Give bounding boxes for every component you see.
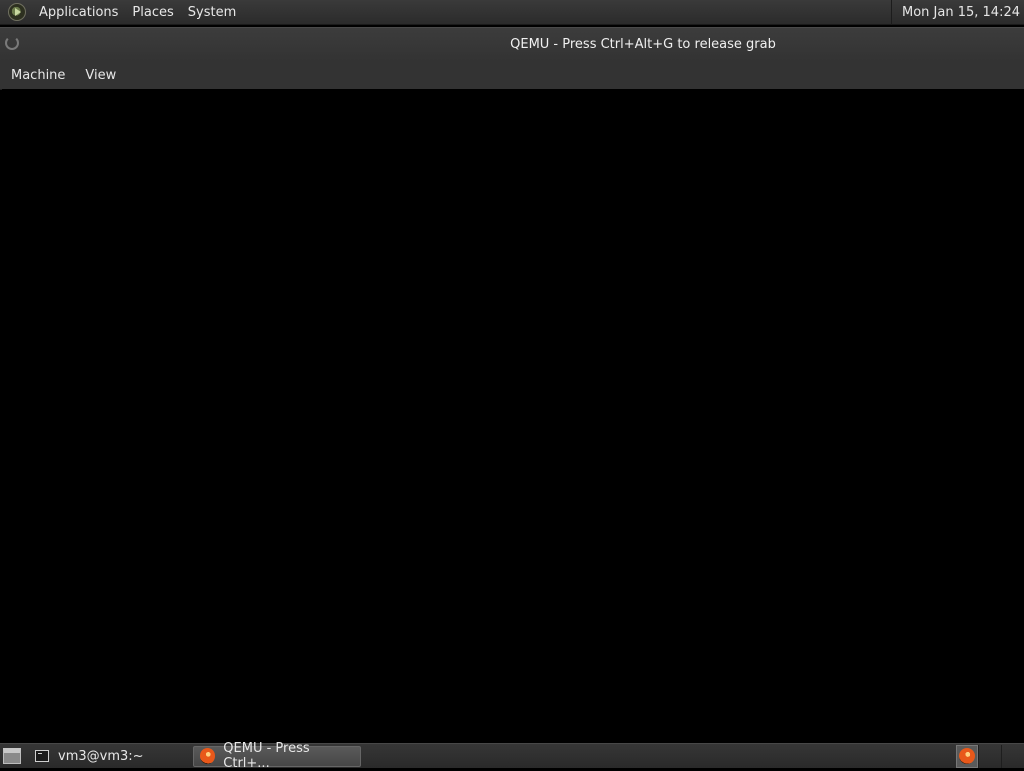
menu-machine[interactable]: Machine — [0, 68, 75, 83]
taskbar-item-terminal[interactable]: vm3@vm3:~ — [29, 746, 189, 767]
taskbar-item-label: QEMU - Press Ctrl+... — [223, 741, 310, 771]
window-menubar: Machine View — [0, 61, 1024, 90]
taskbar-item-qemu[interactable]: QEMU - Press Ctrl+... — [193, 741, 361, 771]
menu-system[interactable]: System — [181, 5, 243, 20]
taskbar-item-label: vm3@vm3:~ — [58, 748, 144, 764]
workspace-3[interactable] — [1001, 744, 1024, 768]
workspace-2[interactable] — [978, 744, 1001, 768]
menu-view[interactable]: View — [75, 68, 126, 83]
qemu-window: QEMU - Press Ctrl+Alt+G to release grab … — [0, 27, 1024, 743]
show-desktop-icon[interactable] — [3, 748, 21, 764]
menu-places[interactable]: Places — [125, 5, 180, 20]
workspace-switcher — [956, 744, 1024, 769]
workspace-1[interactable] — [956, 744, 978, 768]
distro-logo-icon[interactable] — [8, 3, 26, 21]
vm-display[interactable] — [2, 89, 1024, 743]
bottom-panel: vm3@vm3:~ QEMU - Press Ctrl+... — [0, 741, 1024, 771]
qemu-icon — [200, 748, 216, 764]
terminal-icon — [35, 750, 49, 762]
qemu-icon — [959, 748, 975, 764]
window-titlebar[interactable]: QEMU - Press Ctrl+Alt+G to release grab — [0, 27, 1024, 61]
clock[interactable]: Mon Jan 15, 14:24 — [891, 0, 1024, 25]
menu-applications[interactable]: Applications — [32, 5, 125, 20]
window-title: QEMU - Press Ctrl+Alt+G to release grab — [510, 37, 776, 52]
top-panel: Applications Places System Mon Jan 15, 1… — [0, 0, 1024, 25]
